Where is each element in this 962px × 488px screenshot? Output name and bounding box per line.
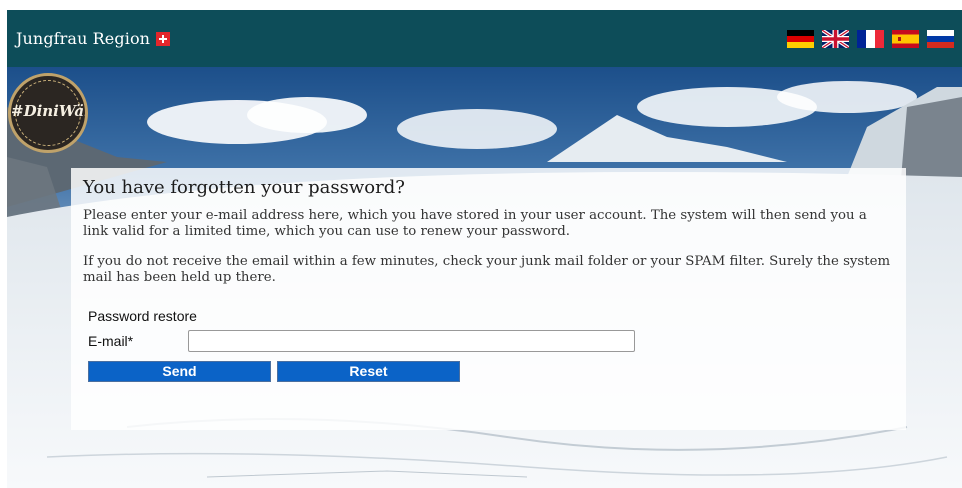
mountain-hero-image: #DiniWält You have forgotten your passwo… [7, 67, 962, 488]
page-title: You have forgotten your password? [83, 177, 405, 198]
spam-hint-paragraph: If you do not receive the email within a… [83, 254, 891, 285]
brand[interactable]: Jungfrau Region [16, 29, 171, 48]
email-row: E-mail* [88, 329, 894, 352]
flag-ru-icon[interactable] [927, 29, 954, 48]
language-switcher [787, 29, 954, 48]
send-button[interactable]: Send [88, 361, 271, 382]
reset-button[interactable]: Reset [277, 361, 460, 382]
password-reset-panel: You have forgotten your password? Please… [71, 168, 906, 430]
logo-text: #DiniWält [11, 102, 85, 120]
flag-fr-icon[interactable] [857, 29, 884, 48]
flag-es-icon[interactable] [892, 29, 919, 48]
form-buttons: Send Reset [88, 361, 894, 382]
diniwaelt-logo[interactable]: #DiniWält [8, 73, 88, 153]
intro-paragraph: Please enter your e-mail address here, w… [83, 208, 867, 239]
flag-uk-icon[interactable] [822, 29, 849, 48]
email-field[interactable] [188, 329, 635, 352]
brand-name: Jungfrau Region [16, 29, 151, 48]
password-restore-form: Password restore E-mail* Send Reset [88, 308, 894, 382]
swiss-flag-icon [156, 31, 171, 46]
top-bar: Jungfrau Region [7, 10, 962, 67]
flag-de-icon[interactable] [787, 29, 814, 48]
form-legend: Password restore [88, 308, 197, 324]
email-label: E-mail* [88, 332, 134, 349]
app-window: Jungfrau Region #DiniWä You have forgott… [7, 10, 962, 488]
